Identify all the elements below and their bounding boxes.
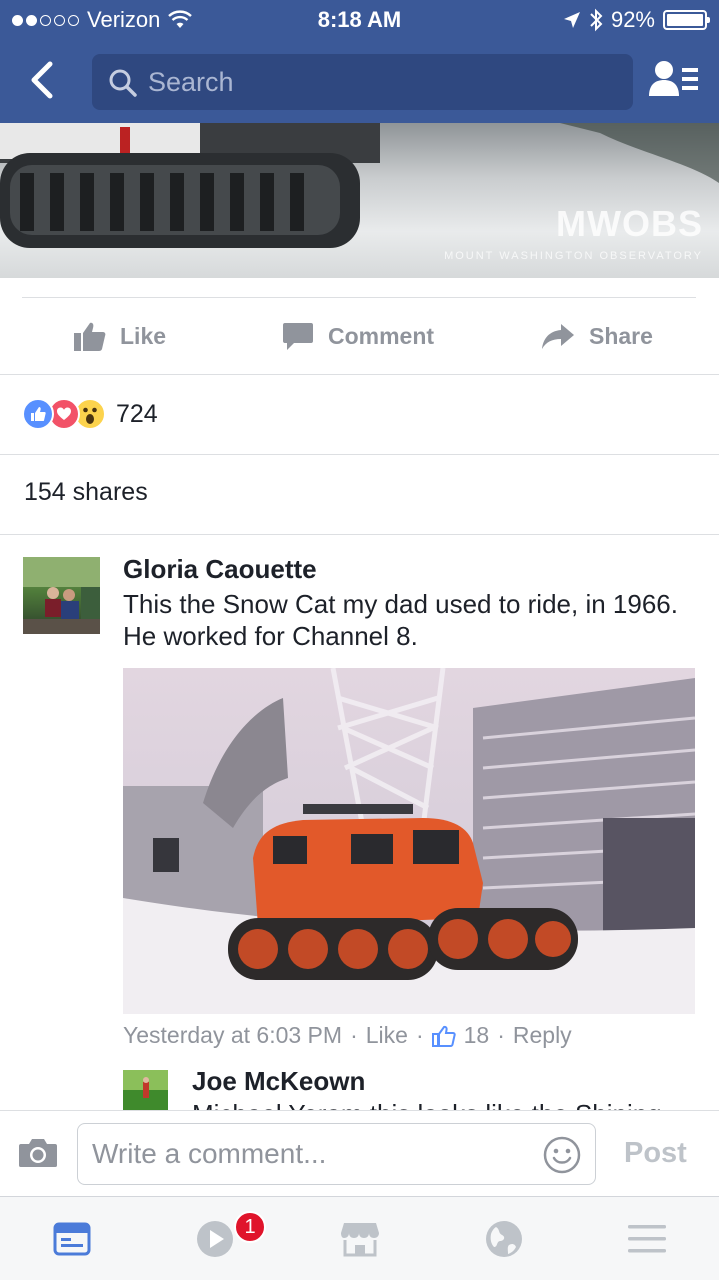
- divider: [0, 454, 719, 455]
- search-icon: [109, 69, 137, 97]
- camera-icon[interactable]: [18, 1137, 58, 1169]
- comment-input-box[interactable]: [77, 1123, 596, 1185]
- share-button[interactable]: Share: [541, 298, 653, 374]
- comment-timestamp[interactable]: Yesterday at 6:03 PM: [123, 1022, 342, 1049]
- top-bar: Verizon 8:18 AM 92%: [0, 0, 719, 123]
- search-bar[interactable]: [92, 54, 633, 110]
- globe-icon: [486, 1221, 522, 1257]
- comment-reply-link[interactable]: Reply: [513, 1022, 572, 1049]
- tab-video[interactable]: [193, 1217, 237, 1261]
- share-arrow-icon: [542, 324, 574, 349]
- friends-list-icon: [649, 61, 698, 96]
- post-actions: Like Comment Share: [0, 298, 719, 374]
- marketplace-shop-icon: [341, 1223, 379, 1257]
- tab-marketplace[interactable]: [338, 1217, 382, 1261]
- post-button[interactable]: Post: [624, 1137, 687, 1170]
- location-arrow-icon: [563, 12, 580, 28]
- divider: [0, 534, 719, 535]
- video-play-icon: [197, 1221, 233, 1257]
- share-label: Share: [589, 322, 653, 349]
- tab-bar: 1: [0, 1196, 719, 1280]
- comment-bubble-icon: [283, 323, 313, 350]
- watermark-logo: MWOBS: [556, 203, 703, 244]
- reaction-count: 724: [116, 399, 158, 428]
- back-button[interactable]: [20, 58, 64, 102]
- like-label: Like: [120, 322, 167, 349]
- comment-like-count[interactable]: 18: [464, 1022, 490, 1049]
- tab-news-feed[interactable]: [50, 1217, 94, 1261]
- avatar[interactable]: [23, 557, 100, 634]
- comment-meta: Yesterday at 6:03 PM · Like · 18 · Reply: [123, 1022, 572, 1049]
- like-button[interactable]: Like: [74, 298, 166, 374]
- reply-avatar-photo: [123, 1070, 168, 1115]
- thumbs-up-outline-icon: [431, 1025, 456, 1047]
- video-notification-badge: 1: [234, 1211, 266, 1243]
- friend-requests-button[interactable]: [648, 58, 700, 102]
- tab-menu[interactable]: [625, 1217, 669, 1261]
- news-feed-icon: [53, 1222, 91, 1256]
- comment-composer: Post: [0, 1110, 719, 1196]
- battery-icon: [663, 10, 710, 30]
- thumbs-up-icon: [74, 322, 106, 351]
- status-bar: Verizon 8:18 AM 92%: [0, 0, 719, 40]
- comment-photo[interactable]: [123, 668, 695, 1014]
- divider: [0, 374, 719, 375]
- reply-avatar[interactable]: [123, 1070, 168, 1115]
- reactions-summary[interactable]: 724: [22, 396, 158, 432]
- battery-percent: 92%: [610, 7, 655, 32]
- comment-label: Comment: [328, 322, 435, 349]
- post-image[interactable]: MWOBS MOUNT WASHINGTON OBSERVATORY: [0, 123, 719, 278]
- comment-like-link[interactable]: Like: [366, 1022, 408, 1049]
- comment-input[interactable]: [92, 1134, 532, 1174]
- chevron-left-icon: [31, 61, 53, 99]
- tab-notifications[interactable]: [482, 1217, 526, 1261]
- snowcat-photo: [123, 668, 695, 1014]
- comment-button[interactable]: Comment: [282, 298, 434, 374]
- comment-text: This the Snow Cat my dad used to ride, i…: [123, 589, 678, 651]
- comment-author[interactable]: Gloria Caouette: [123, 554, 317, 585]
- like-reaction-icon: [22, 398, 54, 430]
- share-count[interactable]: 154 shares: [24, 478, 148, 507]
- hamburger-menu-icon: [628, 1225, 666, 1253]
- search-input[interactable]: [148, 62, 608, 102]
- reply-author[interactable]: Joe McKeown: [192, 1066, 365, 1097]
- reply-text: Michael Yeram this looks like the Shinin…: [192, 1098, 692, 1110]
- bluetooth-icon: [590, 8, 603, 32]
- emoji-smiley-icon[interactable]: [543, 1136, 581, 1174]
- avatar-photo: [23, 557, 100, 634]
- watermark-subtitle: MOUNT WASHINGTON OBSERVATORY: [444, 250, 703, 262]
